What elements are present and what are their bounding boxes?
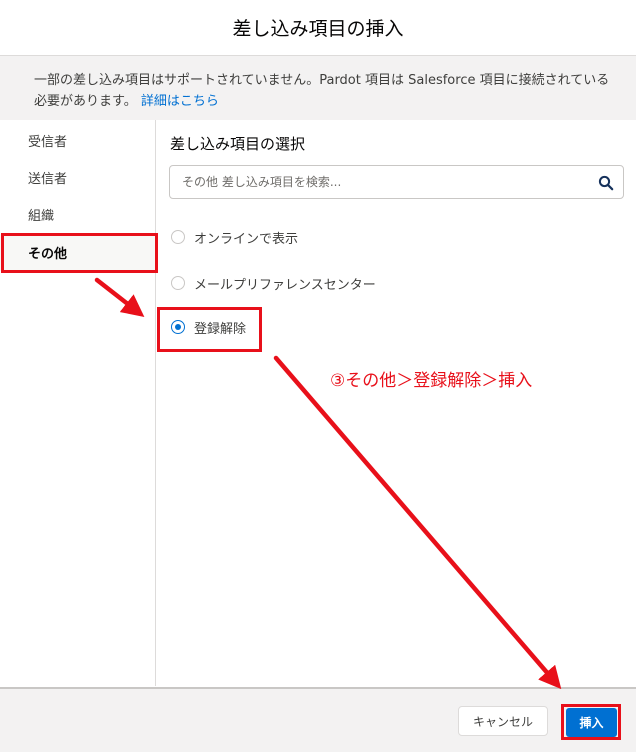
radio-button-checked[interactable] bbox=[171, 320, 185, 334]
dialog-header: 差し込み項目の挿入 bbox=[0, 0, 636, 56]
radio-button[interactable] bbox=[171, 276, 185, 290]
learn-more-link[interactable]: 詳細はこちら bbox=[141, 94, 219, 109]
merge-field-panel: 差し込み項目の選択 オンラインで表示 メールプリファレンスセンター 登録解除 bbox=[157, 120, 636, 686]
option-label: メールプリファレンスセンター bbox=[194, 277, 376, 293]
sidebar-item-recipient[interactable]: 受信者 bbox=[0, 122, 155, 159]
notice-text: 一部の差し込み項目はサポートされていません。Pardot 項目は Salesfo… bbox=[34, 73, 610, 109]
sidebar-item-sender[interactable]: 送信者 bbox=[0, 159, 155, 196]
sidebar-item-other[interactable]: その他 bbox=[0, 234, 155, 271]
sidebar-item-organization[interactable]: 組織 bbox=[0, 196, 155, 233]
search-box bbox=[169, 165, 624, 199]
option-unsubscribe[interactable]: 登録解除 bbox=[171, 316, 246, 338]
option-view-online[interactable]: オンラインで表示 bbox=[171, 226, 298, 248]
notice-banner: 一部の差し込み項目はサポートされていません。Pardot 項目は Salesfo… bbox=[0, 56, 636, 120]
cancel-button[interactable]: キャンセル bbox=[458, 706, 548, 736]
annotation-text: ③その他＞登録解除＞挿入 bbox=[330, 371, 533, 391]
dialog-title: 差し込み項目の挿入 bbox=[232, 18, 404, 40]
option-label: 登録解除 bbox=[194, 321, 247, 337]
search-icon[interactable] bbox=[598, 175, 614, 191]
sidebar-item-label: その他 bbox=[28, 247, 68, 262]
sidebar-item-label: 組織 bbox=[28, 209, 55, 224]
insert-button[interactable]: 挿入 bbox=[566, 708, 617, 737]
search-input[interactable] bbox=[182, 166, 582, 198]
sidebar-item-label: 受信者 bbox=[28, 135, 68, 150]
option-preference-center[interactable]: メールプリファレンスセンター bbox=[171, 272, 376, 294]
option-label: オンラインで表示 bbox=[194, 231, 299, 247]
category-sidebar: 受信者 送信者 組織 その他 bbox=[0, 120, 156, 686]
section-title: 差し込み項目の選択 bbox=[170, 135, 306, 153]
dialog-footer: キャンセル 挿入 bbox=[0, 687, 636, 752]
radio-button[interactable] bbox=[171, 230, 185, 244]
sidebar-item-label: 送信者 bbox=[28, 172, 68, 187]
